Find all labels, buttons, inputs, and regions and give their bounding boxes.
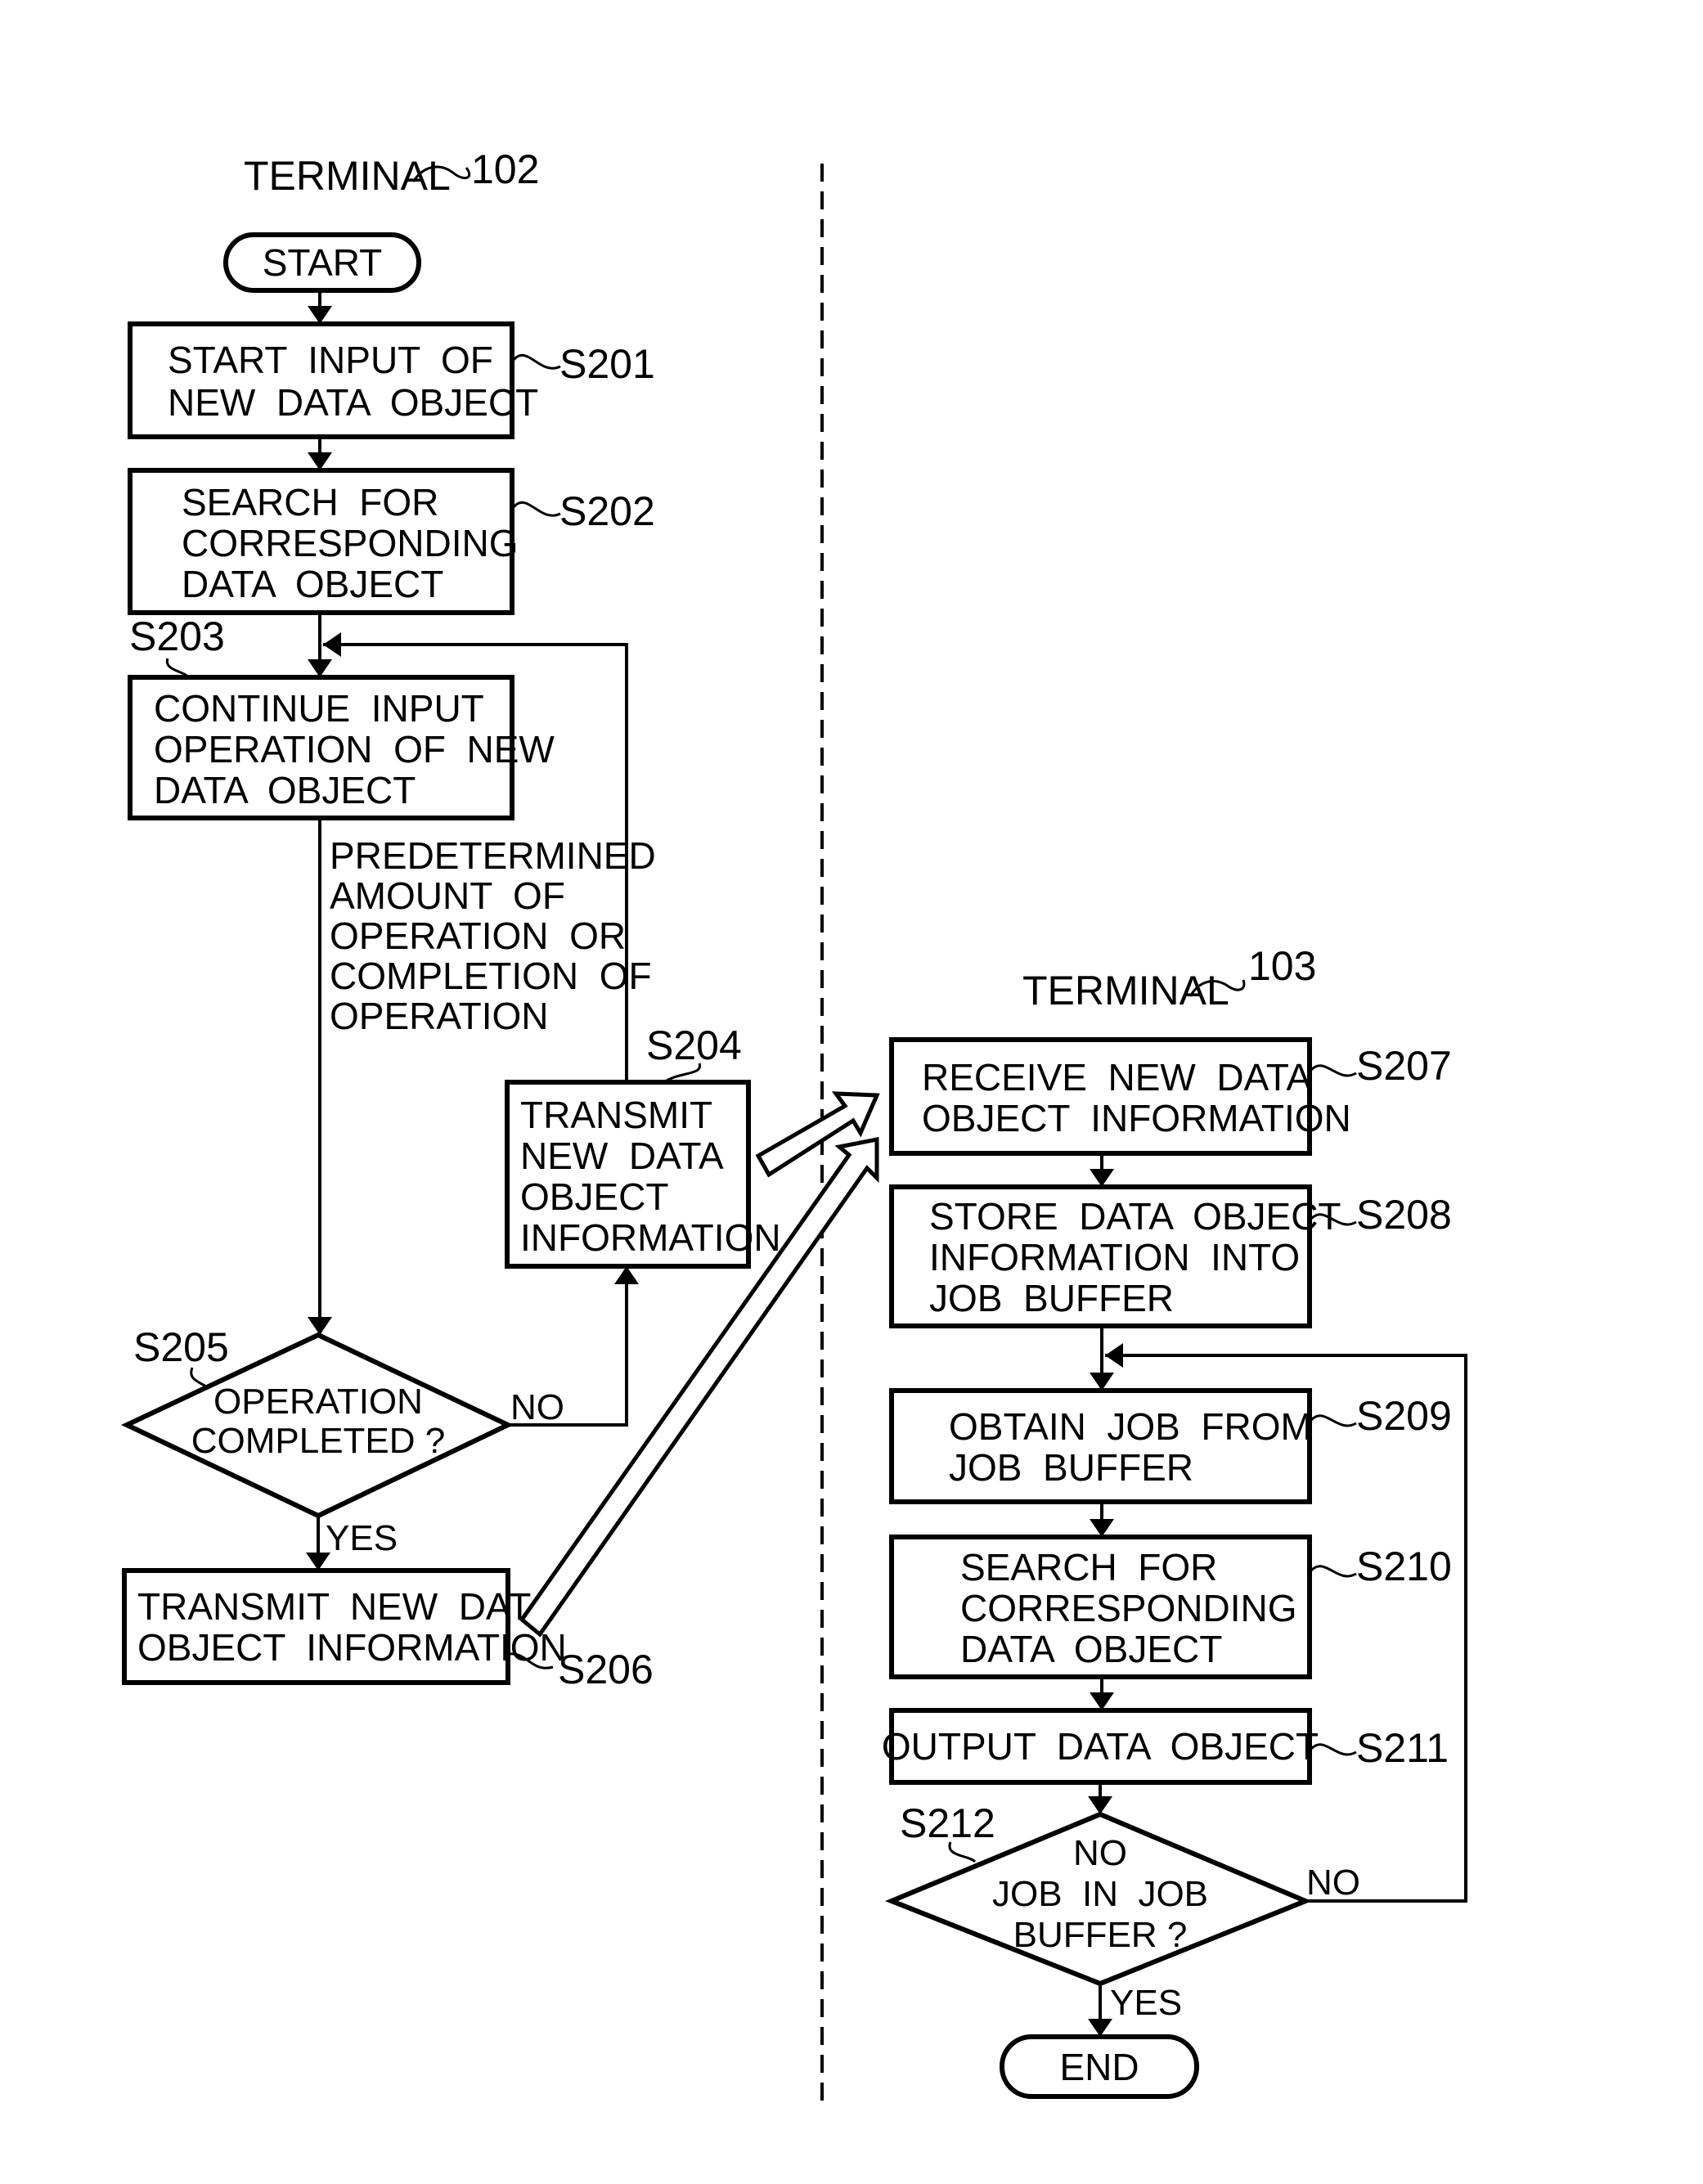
s205-yes-label: YES	[326, 1518, 398, 1558]
s205-id: S205	[133, 1324, 229, 1370]
s211-line-1: OUTPUT DATA OBJECT	[882, 1725, 1319, 1768]
s212-line-3: BUFFER ?	[1013, 1915, 1188, 1955]
s212-line-1: NO	[1073, 1833, 1127, 1873]
s209-line-2: JOB BUFFER	[949, 1446, 1193, 1489]
s203-leader	[165, 658, 190, 679]
step-s204: TRANSMIT NEW DATA OBJECT INFORMATION	[505, 1080, 781, 1269]
s203-line-2: OPERATION OF NEW	[154, 728, 555, 771]
step-s203: CONTINUE INPUT OPERATION OF NEW DATA OBJ…	[128, 675, 555, 820]
start-terminator: START	[223, 232, 421, 293]
s211-id: S211	[1356, 1725, 1449, 1771]
step-s201: START INPUT OF NEW DATA OBJECT	[128, 321, 538, 439]
s208-line-1: STORE DATA OBJECT	[929, 1195, 1341, 1238]
s202-line-2: CORRESPONDING	[182, 522, 518, 564]
s201-line-2: NEW DATA OBJECT	[168, 381, 538, 424]
note-line-4: COMPLETION OF	[330, 955, 652, 997]
flowchart: TERMINAL 102 TERMINAL 103 START START IN…	[120, 146, 1467, 2109]
s204-line-3: OBJECT	[520, 1175, 668, 1218]
s204-id: S204	[646, 1022, 742, 1068]
terminal-103-ref: 103	[1248, 943, 1316, 989]
s207-id: S207	[1356, 1043, 1452, 1089]
s203-id: S203	[129, 613, 225, 659]
s212-line-2: JOB IN JOB	[992, 1874, 1208, 1914]
s206-id: S206	[558, 1647, 654, 1692]
s208-line-3: JOB BUFFER	[929, 1277, 1174, 1319]
s210-line-1: SEARCH FOR	[960, 1546, 1217, 1589]
s203-line-3: DATA OBJECT	[154, 769, 416, 811]
s205-line-1: OPERATION	[213, 1382, 423, 1422]
s203-line-1: CONTINUE INPUT	[154, 687, 484, 730]
step-s206: TRANSMIT NEW DATA OBJECT INFORMATION	[122, 1568, 567, 1685]
s212-yes-label: YES	[1110, 1983, 1182, 2023]
terminal-102-ref: 102	[471, 146, 539, 192]
s209-id: S209	[1356, 1393, 1452, 1439]
s210-leader	[1310, 1565, 1357, 1578]
s202-leader	[512, 501, 561, 517]
s202-line-1: SEARCH FOR	[182, 481, 438, 524]
s202-line-3: DATA OBJECT	[182, 563, 443, 605]
s210-id: S210	[1356, 1544, 1452, 1589]
step-s210: SEARCH FOR CORRESPONDING DATA OBJECT	[889, 1535, 1312, 1679]
s208-id: S208	[1356, 1192, 1452, 1238]
s206-line-2: OBJECT INFORMATION	[137, 1626, 567, 1669]
note-line-1: PREDETERMINED	[330, 834, 656, 877]
step-s211: OUTPUT DATA OBJECT	[882, 1708, 1319, 1785]
s208-line-2: INFORMATION INTO	[929, 1236, 1300, 1278]
s204-line-4: INFORMATION	[520, 1216, 781, 1259]
s204-line-1: TRANSMIT	[520, 1094, 712, 1136]
step-s209: OBTAIN JOB FROM JOB BUFFER	[889, 1388, 1312, 1504]
step-s208: STORE DATA OBJECT INFORMATION INTO JOB B…	[889, 1184, 1341, 1328]
s207-line-1: RECEIVE NEW DATA	[922, 1056, 1312, 1099]
s212-id: S212	[900, 1800, 995, 1846]
step-s202: SEARCH FOR CORRESPONDING DATA OBJECT	[128, 468, 518, 615]
s209-line-1: OBTAIN JOB FROM	[949, 1405, 1312, 1448]
s210-line-2: CORRESPONDING	[960, 1587, 1296, 1629]
step-s207: RECEIVE NEW DATA OBJECT INFORMATION	[889, 1037, 1351, 1156]
terminal-102-label: TERMINAL	[244, 153, 451, 199]
s201-id: S201	[559, 341, 655, 387]
s201-leader	[512, 353, 561, 370]
terminal-103-label: TERMINAL	[1022, 968, 1229, 1013]
s202-id: S202	[559, 488, 655, 534]
s212-no-label: NO	[1306, 1863, 1360, 1903]
s201-line-1: START INPUT OF	[168, 339, 493, 381]
condition-note: PREDETERMINED AMOUNT OF OPERATION OR COM…	[330, 834, 656, 1037]
s204-line-2: NEW DATA	[520, 1135, 724, 1177]
note-line-3: OPERATION OR	[330, 914, 626, 957]
s209-leader	[1310, 1414, 1357, 1427]
end-label: END	[1059, 2046, 1139, 2088]
s210-line-3: DATA OBJECT	[960, 1628, 1222, 1670]
s205-no-label: NO	[510, 1387, 564, 1427]
start-label: START	[263, 241, 383, 284]
s207-line-2: OBJECT INFORMATION	[922, 1097, 1351, 1139]
s207-leader	[1310, 1064, 1357, 1077]
note-line-2: AMOUNT OF	[330, 874, 565, 917]
end-terminator: END	[1000, 2034, 1199, 2099]
note-line-5: OPERATION	[330, 995, 549, 1037]
s205-line-2: COMPLETED ?	[191, 1421, 446, 1461]
s206-line-1: TRANSMIT NEW DATA	[137, 1585, 554, 1628]
